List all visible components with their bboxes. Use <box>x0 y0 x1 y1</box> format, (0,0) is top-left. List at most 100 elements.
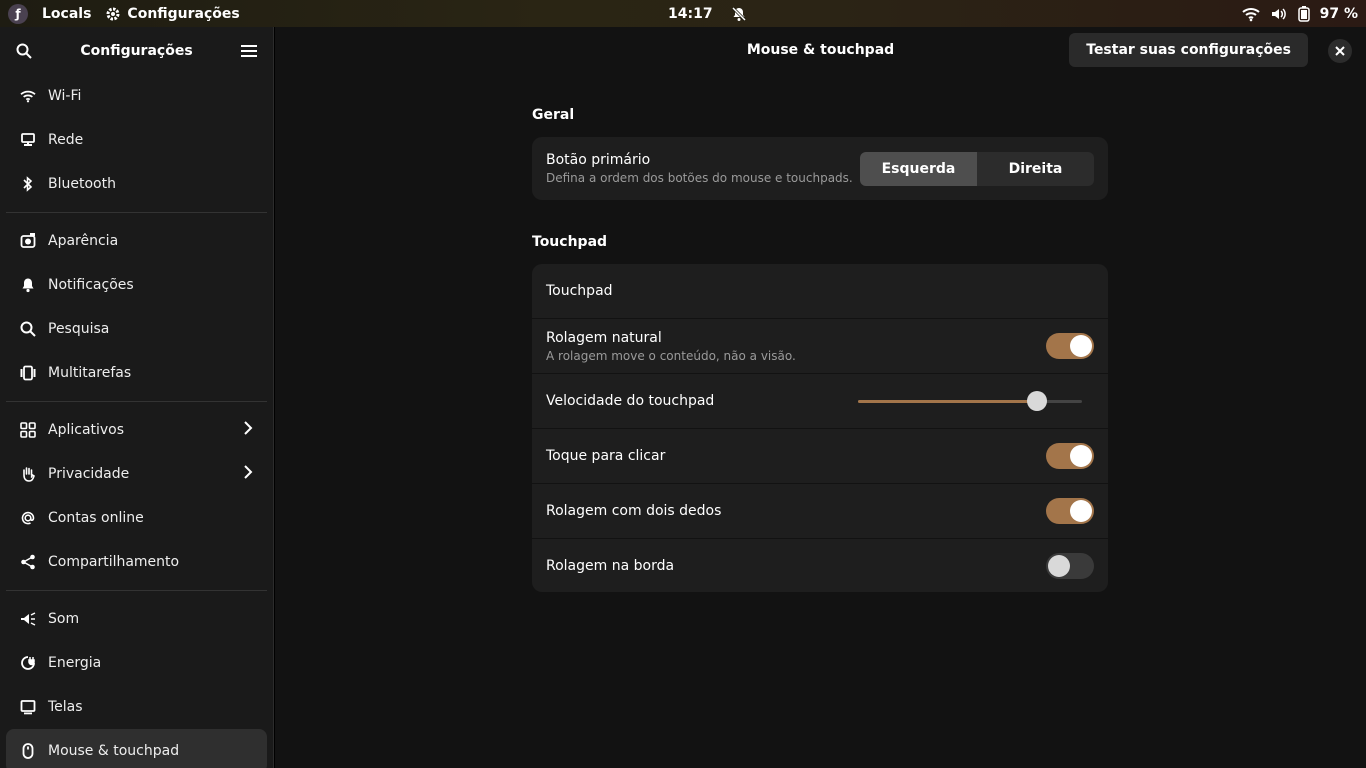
edge-scroll-label: Rolagem na borda <box>546 557 675 574</box>
two-finger-scroll-row: Rolagem com dois dedos <box>532 483 1108 538</box>
sidebar-item-multitarefas[interactable]: Multitarefas <box>6 351 267 395</box>
sidebar-item-wi-fi[interactable]: Wi-Fi <box>6 74 267 118</box>
toggle-knob <box>1048 554 1070 577</box>
primary-button-selector: Esquerda Direita <box>860 151 1094 186</box>
test-settings-button[interactable]: Testar suas configurações <box>1069 33 1308 67</box>
sidebar-separator <box>6 401 267 402</box>
primary-button-label: Botão primário <box>546 152 651 168</box>
sidebar-list: Wi-Fi Rede Bluetooth Aparência Notificações P… <box>0 74 273 768</box>
left-button-option[interactable]: Esquerda <box>860 151 977 186</box>
touchpad-speed-slider[interactable] <box>858 390 1082 412</box>
display-icon <box>18 699 38 715</box>
share-icon <box>18 554 38 570</box>
sidebar-header: Configurações <box>0 27 273 74</box>
appearance-icon <box>18 233 38 249</box>
sidebar-item-rede[interactable]: Rede <box>6 118 267 162</box>
battery-icon <box>1297 5 1310 22</box>
sidebar-item-notificacoes[interactable]: Notificações <box>6 263 267 307</box>
sidebar-group: Som Energia Telas Mouse & touchpad <box>0 597 273 768</box>
edge-scroll-toggle[interactable] <box>1046 552 1094 579</box>
hamburger-icon <box>240 44 257 57</box>
sidebar-item-label: Telas <box>48 699 83 715</box>
sidebar-item-label: Contas online <box>48 510 144 526</box>
sidebar-item-aparencia[interactable]: Aparência <box>6 219 267 263</box>
primary-button-subtitle: Defina a ordem dos botões do mouse e tou… <box>546 171 853 185</box>
power-icon <box>18 655 38 671</box>
natural-scroll-toggle[interactable] <box>1046 333 1094 359</box>
fedora-logo-icon[interactable]: ƒ <box>8 3 28 24</box>
touchpad-card: Touchpad Rolagem natural A rolagem move … <box>532 264 1108 592</box>
toggle-knob <box>1070 335 1092 357</box>
sidebar-item-label: Mouse & touchpad <box>48 743 180 759</box>
sidebar-item-contas-online[interactable]: Contas online <box>6 496 267 540</box>
primary-button-row: Botão primário Defina a ordem dos botões… <box>532 137 1108 200</box>
network-icon <box>18 132 38 148</box>
sidebar-item-aplicativos[interactable]: Aplicativos <box>6 408 267 452</box>
sidebar-item-energia[interactable]: Energia <box>6 641 267 685</box>
locals-label: Locals <box>42 5 92 22</box>
sidebar-item-compartilhamento[interactable]: Compartilhamento <box>6 540 267 584</box>
mouse-icon <box>18 743 38 759</box>
toggle-knob <box>1070 445 1092 467</box>
close-icon <box>1335 46 1345 56</box>
top-bar: ƒ Locals Configurações 14:17 97 % <box>0 0 1366 27</box>
two-finger-scroll-toggle[interactable] <box>1046 498 1094 524</box>
at-icon <box>18 510 38 526</box>
gear-icon <box>106 7 120 20</box>
sidebar-item-label: Energia <box>48 655 102 671</box>
sidebar-title: Configurações <box>80 42 193 59</box>
natural-scroll-row: Rolagem natural A rolagem move o conteúd… <box>532 318 1108 373</box>
sidebar-item-label: Multitarefas <box>48 365 132 381</box>
menu-button[interactable] <box>239 41 259 61</box>
sidebar-group: Aplicativos Privacidade Contas online Compa… <box>0 408 273 584</box>
hand-icon <box>18 466 38 482</box>
touchpad-row[interactable]: Touchpad <box>532 264 1108 318</box>
chevron-right-icon <box>243 465 253 483</box>
speaker-icon <box>18 611 38 627</box>
sidebar-item-privacidade[interactable]: Privacidade <box>6 452 267 496</box>
sidebar-item-label: Aparência <box>48 233 119 249</box>
sidebar-item-bluetooth[interactable]: Bluetooth <box>6 162 267 206</box>
volume-icon <box>1271 7 1286 20</box>
sidebar-item-som[interactable]: Som <box>6 597 267 641</box>
battery-percent: 97 % <box>1319 5 1358 22</box>
tap-to-click-label: Toque para clicar <box>546 448 666 464</box>
sidebar-separator <box>6 590 267 591</box>
sidebar-item-telas[interactable]: Telas <box>6 685 267 729</box>
general-card: Botão primário Defina a ordem dos botões… <box>532 137 1108 200</box>
sidebar-item-label: Bluetooth <box>48 176 116 192</box>
clock-time: 14:17 <box>668 5 713 22</box>
apps-icon <box>18 422 38 438</box>
tap-to-click-toggle[interactable] <box>1046 443 1094 469</box>
touchpad-label: Touchpad <box>546 283 613 299</box>
activities-locals[interactable]: Locals <box>42 6 91 22</box>
search-button[interactable] <box>14 41 34 61</box>
sidebar-item-mouse-touchpad[interactable]: Mouse & touchpad <box>6 729 267 768</box>
main-header: Mouse & touchpad Testar suas configuraçõ… <box>275 27 1366 74</box>
sidebar-item-pesquisa[interactable]: Pesquisa <box>6 307 267 351</box>
app-menu-label: Configurações <box>127 5 240 22</box>
wifi-icon <box>18 89 38 103</box>
right-button-option[interactable]: Direita <box>977 151 1094 186</box>
sidebar-group: Aparência Notificações Pesquisa Multitarefa… <box>0 219 273 395</box>
slider-thumb[interactable] <box>1027 391 1048 411</box>
two-finger-scroll-label: Rolagem com dois dedos <box>546 503 722 519</box>
search-icon <box>16 43 32 59</box>
search-icon <box>18 321 38 337</box>
clock[interactable]: 14:17 <box>668 0 747 27</box>
touchpad-speed-label: Velocidade do touchpad <box>546 393 715 409</box>
sidebar-item-label: Wi-Fi <box>48 88 82 104</box>
touchpad-speed-row: Velocidade do touchpad <box>532 373 1108 428</box>
natural-scroll-label: Rolagem natural <box>546 329 662 346</box>
sidebar-separator <box>6 212 267 213</box>
close-button[interactable] <box>1328 39 1352 63</box>
sidebar-item-label: Notificações <box>48 277 134 293</box>
system-status-area[interactable]: 97 % <box>1241 0 1358 27</box>
bell-icon <box>18 277 38 293</box>
app-menu[interactable]: Configurações <box>105 5 240 22</box>
bluetooth-icon <box>18 176 38 192</box>
sidebar-item-label: Pesquisa <box>48 321 110 337</box>
notifications-muted-icon <box>731 6 746 21</box>
sidebar-item-label: Privacidade <box>48 466 130 482</box>
natural-scroll-subtitle: A rolagem move o conteúdo, não a visão. <box>546 348 796 363</box>
